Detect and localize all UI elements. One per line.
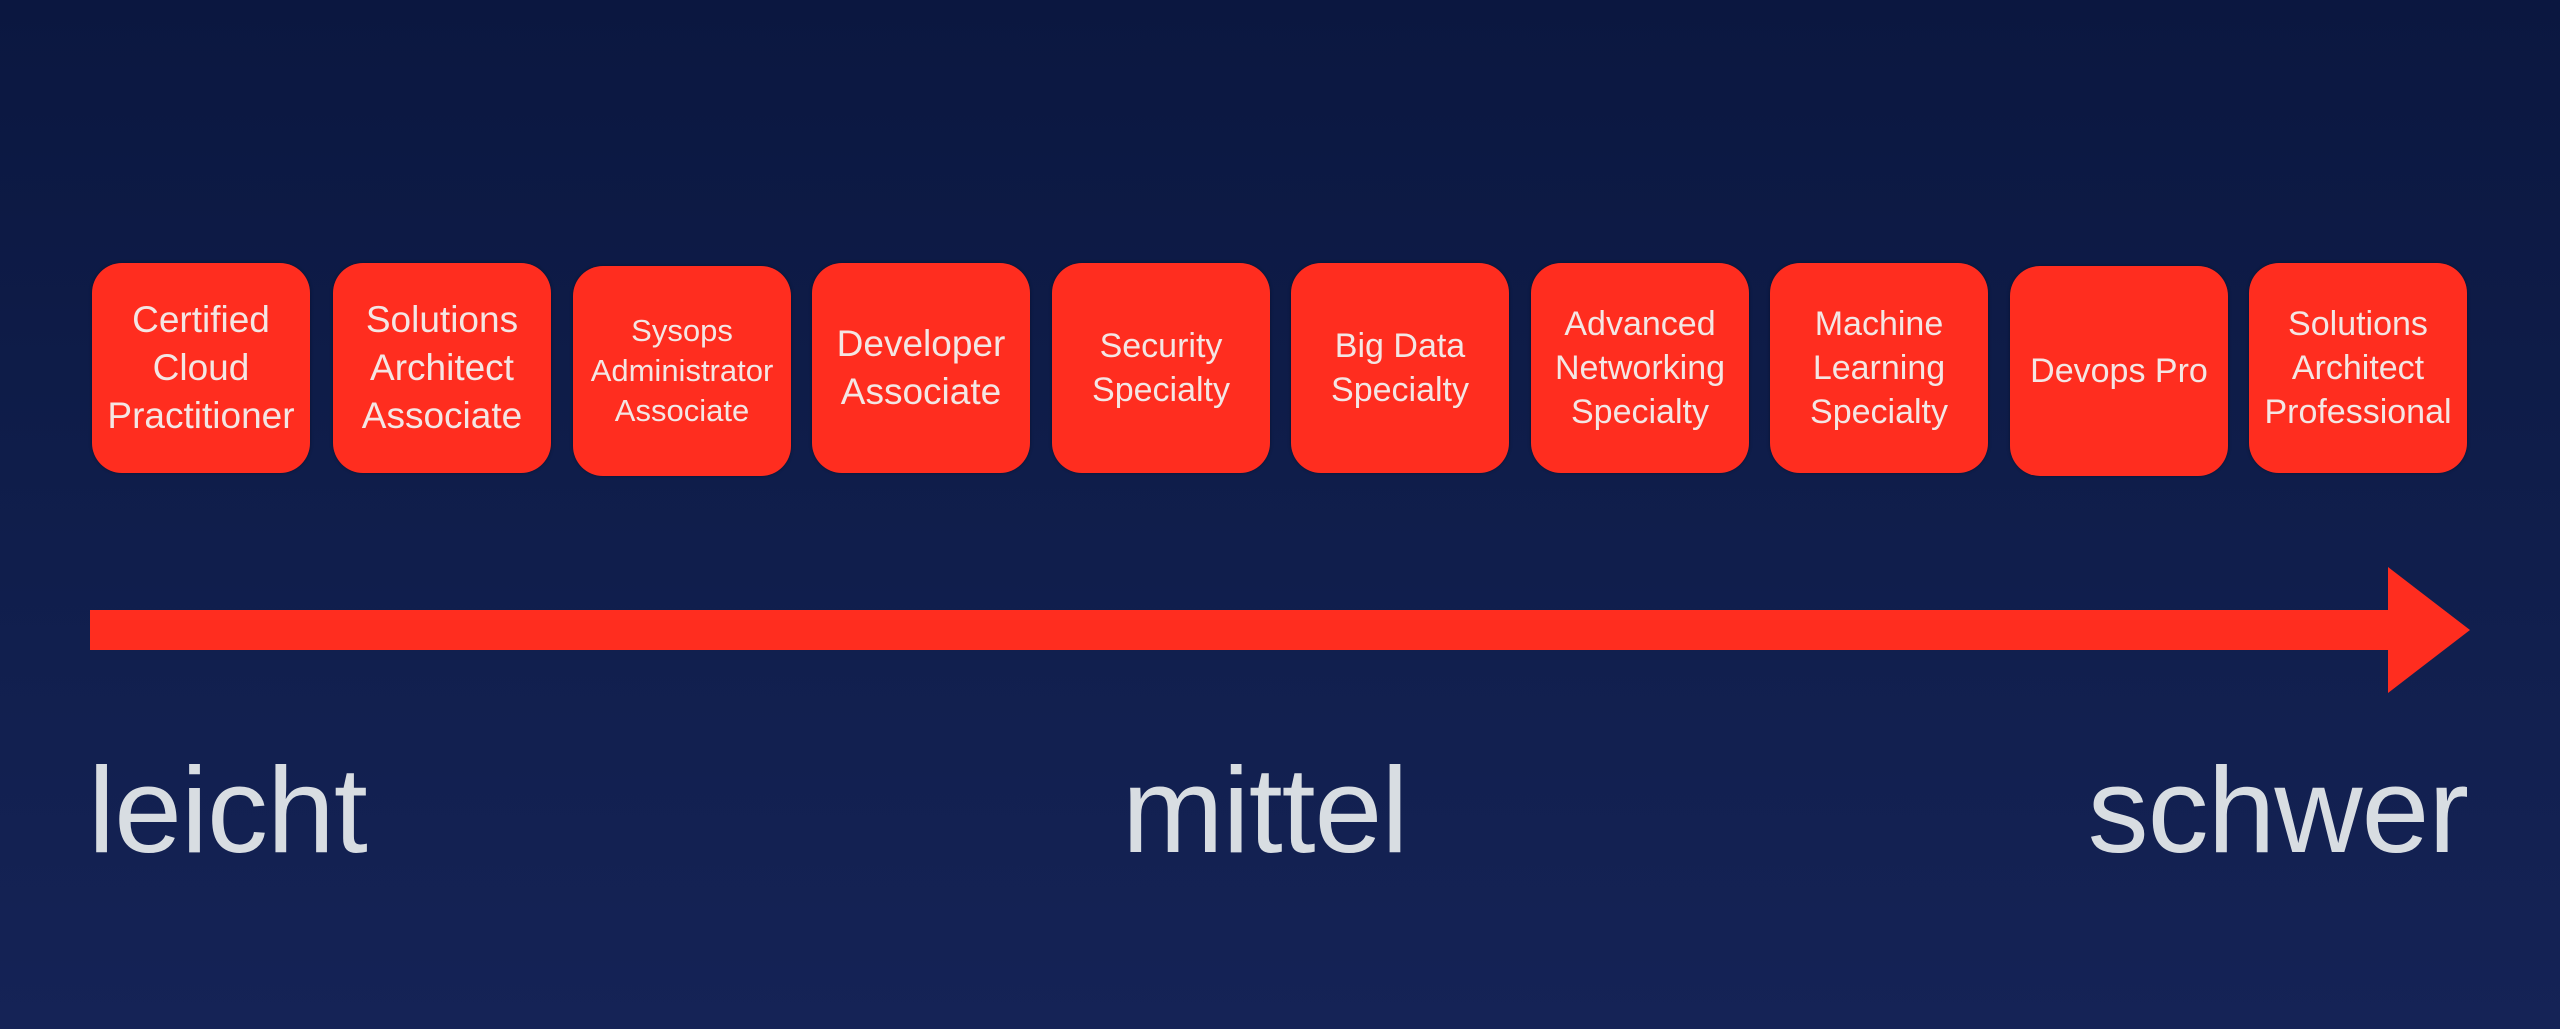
certification-cards: Certified Cloud Practitioner Solutions A… <box>92 263 2467 477</box>
card-label: Sysops Administrator Associate <box>590 313 774 428</box>
arrow-shape <box>90 567 2470 693</box>
card-label: Solutions Architect Associate <box>361 299 523 436</box>
card-devops-pro: Devops Pro <box>2010 266 2228 476</box>
card-machine-learning-specialty: Machine Learning Specialty <box>1770 263 1988 473</box>
card-label: Developer Associate <box>836 323 1006 412</box>
scale-label-easy: leicht <box>88 742 368 878</box>
card-developer-associate: Developer Associate <box>812 263 1030 473</box>
scale-label-hard: schwer <box>2087 742 2469 878</box>
card-big-data-specialty: Big Data Specialty <box>1291 263 1509 473</box>
card-certified-cloud-practitioner: Certified Cloud Practitioner <box>92 263 310 473</box>
scale-label-medium: mittel <box>1122 742 1408 878</box>
card-sysops-administrator-associate: Sysops Administrator Associate <box>573 266 791 476</box>
card-label: Machine Learning Specialty <box>1810 305 1948 431</box>
card-security-specialty: Security Specialty <box>1052 263 1270 473</box>
card-label: Solutions Architect Professional <box>2264 305 2452 431</box>
card-label: Advanced Networking Specialty <box>1554 305 1726 431</box>
card-solutions-architect-professional: Solutions Architect Professional <box>2249 263 2467 473</box>
card-solutions-architect-associate: Solutions Architect Associate <box>333 263 551 473</box>
card-label: Big Data Specialty <box>1331 327 1469 409</box>
card-label: Devops Pro <box>2030 352 2208 390</box>
card-label: Certified Cloud Practitioner <box>107 299 295 436</box>
difficulty-arrow-icon <box>90 567 2470 693</box>
card-advanced-networking-specialty: Advanced Networking Specialty <box>1531 263 1749 473</box>
card-label: Security Specialty <box>1092 327 1230 409</box>
